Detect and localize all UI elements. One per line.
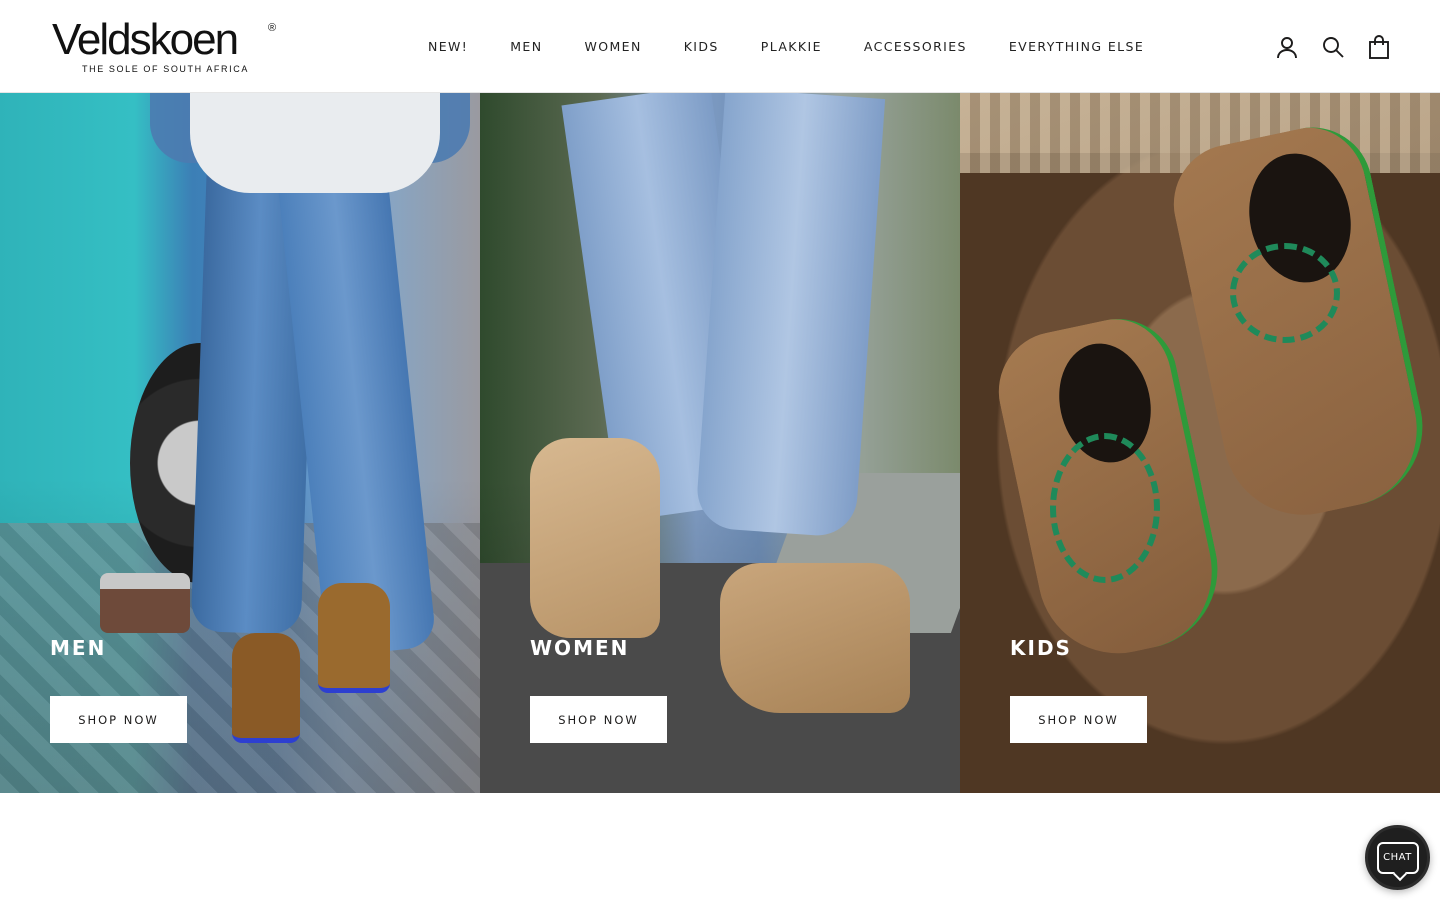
chat-widget-button[interactable]: CHAT <box>1365 825 1430 890</box>
camera-scene <box>100 573 190 633</box>
shoe-scene <box>232 633 300 743</box>
collection-content: KIDS SHOP NOW <box>1010 636 1147 743</box>
chat-label: CHAT <box>1383 852 1412 863</box>
shoelace-scene <box>1050 433 1160 583</box>
nav-item-women[interactable]: WOMEN <box>584 38 641 56</box>
nav-item-accessories[interactable]: ACCESSORIES <box>864 38 967 56</box>
logo-wordmark: Veldskoen <box>52 15 239 64</box>
search-button[interactable] <box>1320 34 1346 60</box>
jeans-scene <box>694 93 886 539</box>
main-navigation: NEW! MEN WOMEN KIDS PLAKKIE ACCESSORIES … <box>428 38 1144 56</box>
shop-now-button[interactable]: SHOP NOW <box>530 696 667 743</box>
brand-logo[interactable]: Veldskoen ® THE SOLE OF SOUTH AFRICA <box>52 15 280 76</box>
user-icon <box>1277 37 1297 59</box>
boot-scene <box>530 438 660 638</box>
header-icons <box>1254 33 1392 61</box>
collection-kids[interactable]: KIDS SHOP NOW <box>960 93 1440 793</box>
shirt-scene <box>190 93 440 193</box>
logo-registered-mark: ® <box>268 22 277 34</box>
shoe-scene <box>318 583 390 693</box>
site-header: Veldskoen ® THE SOLE OF SOUTH AFRICA NEW… <box>0 0 1440 93</box>
collection-men[interactable]: MEN SHOP NOW <box>0 93 480 793</box>
shop-now-button[interactable]: SHOP NOW <box>1010 696 1147 743</box>
nav-item-everything-else[interactable]: EVERYTHING ELSE <box>1009 38 1144 56</box>
collection-content: WOMEN SHOP NOW <box>530 636 667 743</box>
collection-title: KIDS <box>1010 636 1072 660</box>
shoelace-scene <box>1230 243 1340 343</box>
collection-women[interactable]: WOMEN SHOP NOW <box>480 93 960 793</box>
boot-scene <box>720 563 910 713</box>
nav-item-plakkie[interactable]: PLAKKIE <box>761 38 822 56</box>
collection-content: MEN SHOP NOW <box>50 636 187 743</box>
nav-item-men[interactable]: MEN <box>510 38 542 56</box>
nav-item-new[interactable]: NEW! <box>428 38 468 56</box>
shopping-bag-icon <box>1369 35 1389 59</box>
nav-item-kids[interactable]: KIDS <box>684 38 719 56</box>
account-button[interactable] <box>1274 34 1300 60</box>
chat-bubble-icon: CHAT <box>1376 841 1419 874</box>
collection-title: MEN <box>50 636 107 660</box>
logo-tagline: THE SOLE OF SOUTH AFRICA <box>82 64 249 74</box>
search-icon <box>1323 37 1344 58</box>
cart-button[interactable] <box>1366 34 1392 60</box>
collection-grid: MEN SHOP NOW WOMEN SHOP NOW KIDS SHOP NO… <box>0 93 1440 793</box>
shop-now-button[interactable]: SHOP NOW <box>50 696 187 743</box>
collection-title: WOMEN <box>530 636 630 660</box>
